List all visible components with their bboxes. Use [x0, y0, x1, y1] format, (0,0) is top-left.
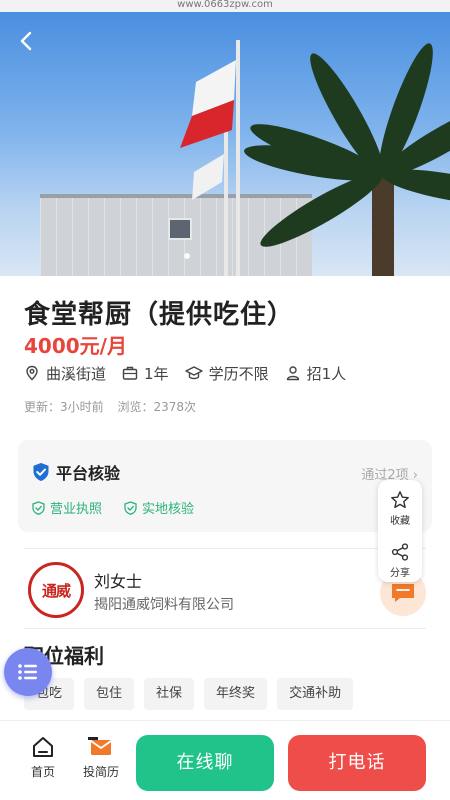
updated-text: 更新：3小时前 [24, 400, 104, 414]
verification-tag: 实地核验 [124, 498, 194, 517]
bottom-action-bar: 首页 投简历 在线聊 打电话 [0, 720, 450, 800]
menu-list-button[interactable] [4, 648, 52, 696]
list-icon [18, 664, 37, 680]
photo-flag-small [192, 154, 224, 200]
tab-send-resume[interactable]: 投简历 [76, 735, 126, 780]
job-photo-carousel[interactable] [0, 12, 450, 276]
education-text: 学历不限 [208, 364, 269, 383]
resume-envelope-icon [88, 737, 112, 755]
tab-home[interactable]: 首页 [18, 735, 68, 780]
browser-url-bar: www.0663zpw.com [0, 0, 450, 12]
online-chat-button[interactable]: 在线聊 [136, 735, 274, 791]
call-button[interactable]: 打电话 [288, 735, 426, 791]
job-meta-row: 曲溪街道 1年 学历不限 招1人 [24, 362, 362, 384]
shield-check-small-icon [32, 500, 45, 515]
verification-header: 平台核验 [32, 460, 120, 484]
platform-verification-card[interactable]: 平台核验 通过2项 › 营业执照 实地核验 [18, 440, 432, 532]
location-text: 曲溪街道 [46, 364, 107, 383]
verification-title: 平台核验 [56, 464, 121, 483]
location-item: 曲溪街道 [24, 363, 106, 384]
company-card[interactable]: 通威 刘女士 揭阳通威饲料有限公司 [28, 562, 428, 618]
home-icon [33, 737, 53, 757]
benefit-tag: 社保 [144, 678, 195, 710]
job-salary: 4000元/月 [24, 334, 127, 358]
star-icon [391, 491, 409, 509]
share-button[interactable]: 分享 [378, 532, 422, 580]
headcount-text: 招1人 [306, 364, 347, 383]
floating-action-panel: 收藏 分享 [378, 480, 422, 582]
headcount-item: 招1人 [285, 363, 347, 384]
favorite-button[interactable]: 收藏 [378, 480, 422, 528]
shield-check-small-icon [124, 500, 137, 515]
benefit-tag: 包住 [84, 678, 135, 710]
company-logo: 通威 [28, 562, 84, 618]
shield-check-icon [33, 463, 49, 481]
contact-name: 刘女士 [94, 572, 143, 591]
section-divider [24, 628, 426, 629]
person-icon [286, 366, 299, 381]
verification-tag: 营业执照 [32, 498, 102, 517]
verification-tags: 营业执照 实地核验 [32, 498, 216, 517]
carousel-indicator [184, 253, 190, 259]
url-text: www.0663zpw.com [177, 0, 273, 10]
experience-item: 1年 [122, 363, 169, 384]
share-icon [391, 543, 409, 561]
benefit-tag: 交通补助 [277, 678, 354, 710]
briefcase-icon [122, 366, 138, 380]
benefits-list: 包吃 包住 社保 年终奖 交通补助 [24, 678, 363, 710]
graduation-cap-icon [184, 366, 203, 380]
education-item: 学历不限 [184, 363, 269, 384]
views-text: 浏览：2378次 [117, 400, 197, 414]
section-divider [24, 548, 426, 549]
job-stats: 更新：3小时前 浏览：2378次 [24, 398, 206, 415]
photo-flags [180, 60, 236, 148]
back-arrow-icon[interactable] [16, 30, 40, 54]
experience-text: 1年 [144, 364, 169, 383]
job-title: 食堂帮厨（提供吃住） [24, 300, 295, 330]
location-pin-icon [26, 365, 38, 381]
benefit-tag: 年终奖 [204, 678, 268, 710]
company-name: 揭阳通威饲料有限公司 [94, 597, 234, 613]
